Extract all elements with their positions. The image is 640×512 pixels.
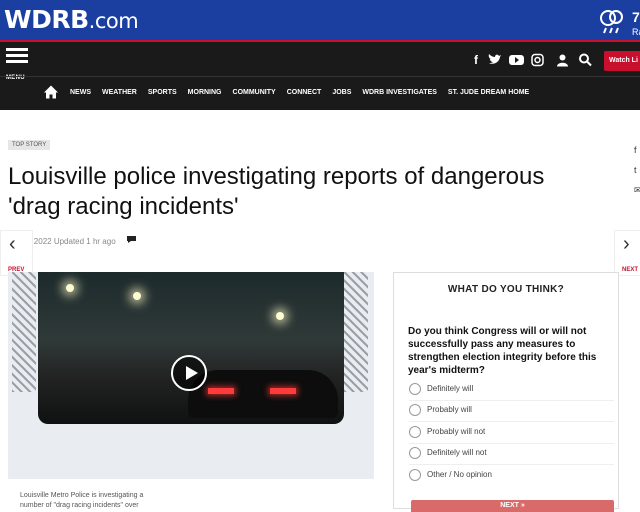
- background-truss: [12, 272, 36, 392]
- poll-option-label: Other / No opinion: [427, 470, 492, 479]
- twitter-share-icon[interactable]: t: [634, 160, 640, 180]
- option-divider: [409, 443, 614, 444]
- menu-button[interactable]: MENU: [6, 48, 32, 84]
- site-logo[interactable]: WDRB.com: [4, 5, 139, 34]
- taillight: [270, 388, 296, 394]
- nav-divider: [0, 76, 640, 77]
- facebook-share-icon[interactable]: f: [634, 140, 640, 160]
- option-divider: [409, 464, 614, 465]
- poll-option-label: Probably will: [427, 405, 472, 414]
- car-silhouette: [188, 370, 338, 418]
- radio-button[interactable]: [409, 469, 421, 481]
- play-button-icon[interactable]: [171, 355, 207, 391]
- poll-option[interactable]: Probably will: [409, 404, 614, 418]
- poll-heading: WHAT DO YOU THINK?: [447, 284, 565, 295]
- poll-option-label: Definitely will not: [427, 448, 487, 457]
- street-light: [66, 284, 74, 292]
- radio-button[interactable]: [409, 383, 421, 395]
- hamburger-icon: [6, 48, 28, 51]
- rain-cloud-icon: [600, 10, 623, 34]
- radio-button[interactable]: [409, 404, 421, 416]
- poll-question: Do you think Congress will or will not s…: [408, 326, 597, 376]
- user-account-icon[interactable]: [556, 52, 569, 68]
- youtube-icon[interactable]: [509, 52, 524, 68]
- nav-link-sports[interactable]: SPORTS: [148, 89, 177, 96]
- share-bar: f t ✉: [634, 140, 640, 200]
- main-navbar: MENU f Watch Li NEWS WEATHER SPORTS MORN…: [0, 42, 640, 110]
- nav-link-jobs[interactable]: JOBS: [332, 89, 351, 96]
- taillight: [208, 388, 234, 394]
- poll-option-label: Probably will not: [427, 427, 486, 436]
- street-light: [276, 312, 284, 320]
- next-article-button[interactable]: › NEXT: [614, 230, 640, 276]
- instagram-icon[interactable]: [531, 52, 544, 68]
- nav-link-community[interactable]: COMMUNITY: [233, 89, 276, 96]
- radio-button[interactable]: [409, 426, 421, 438]
- email-share-icon[interactable]: ✉: [634, 180, 640, 200]
- poll-next-button[interactable]: NEXT »: [411, 500, 614, 512]
- home-icon[interactable]: [44, 85, 58, 99]
- hamburger-icon-bar: [6, 60, 28, 63]
- weather-condition: Ra: [632, 27, 640, 37]
- option-divider: [409, 421, 614, 422]
- logo-main: WDRB: [4, 5, 89, 34]
- nav-link-dream-home[interactable]: ST. JUDE DREAM HOME: [448, 89, 529, 96]
- section-links: NEWS WEATHER SPORTS MORNING COMMUNITY CO…: [70, 85, 540, 99]
- top-header: WDRB.com 7 Ra: [0, 0, 640, 42]
- nav-link-weather[interactable]: WEATHER: [102, 89, 137, 96]
- street-light: [133, 292, 141, 300]
- article-headline: Louisville police investigating reports …: [8, 163, 545, 220]
- hamburger-icon-bar: [6, 54, 28, 57]
- poll-option[interactable]: Other / No opinion: [409, 469, 614, 483]
- nav-link-morning[interactable]: MORNING: [188, 89, 222, 96]
- weather-temp: 7: [632, 9, 640, 25]
- nav-link-connect[interactable]: CONNECT: [287, 89, 322, 96]
- poll-option[interactable]: Definitely will: [409, 383, 614, 397]
- search-icon[interactable]: [579, 52, 592, 68]
- twitter-icon[interactable]: [488, 52, 502, 68]
- poll-option[interactable]: Probably will not: [409, 426, 614, 440]
- story-tag[interactable]: TOP STORY: [8, 140, 51, 150]
- chevron-right-icon: ›: [623, 233, 630, 255]
- prev-article-button[interactable]: ‹ PREV: [0, 230, 33, 276]
- video-caption: Louisville Metro Police is investigating…: [20, 492, 144, 509]
- comment-icon[interactable]: [126, 235, 137, 244]
- nav-link-investigates[interactable]: WDRB INVESTIGATES: [362, 89, 437, 96]
- video-frame: [38, 272, 344, 424]
- nav-link-news[interactable]: NEWS: [70, 89, 91, 96]
- chevron-left-icon: ‹: [9, 233, 16, 255]
- weather-widget[interactable]: 7 Ra: [596, 4, 640, 38]
- background-truss: [344, 272, 368, 392]
- poll-widget: WHAT DO YOU THINK? Do you think Congress…: [393, 272, 619, 512]
- radio-button[interactable]: [409, 447, 421, 459]
- poll-option-label: Definitely will: [427, 384, 474, 393]
- logo-suffix: .com: [88, 9, 139, 33]
- watch-live-button[interactable]: Watch Li: [604, 51, 640, 71]
- option-divider: [409, 400, 614, 401]
- next-label: NEXT: [622, 267, 639, 273]
- video-player[interactable]: [8, 272, 374, 479]
- facebook-icon[interactable]: f: [471, 52, 481, 68]
- poll-option[interactable]: Definitely will not: [409, 447, 614, 461]
